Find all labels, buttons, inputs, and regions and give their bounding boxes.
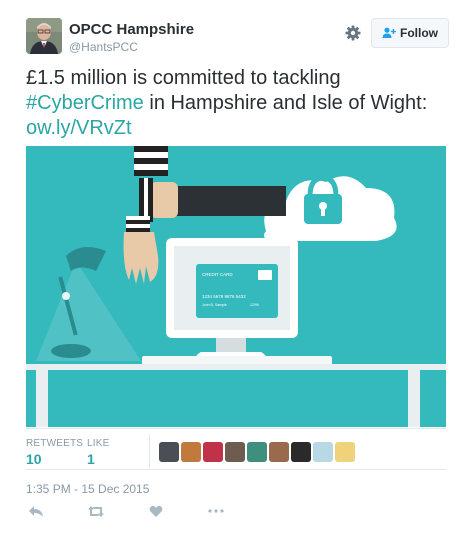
- card-title: CREDIT CARD: [202, 272, 233, 277]
- cybercrime-illustration: CREDIT CARD 1234 5678 9876 5432 John B. …: [26, 146, 446, 427]
- tweet-line-2: #CyberCrime in Hampshire and Isle of Wig…: [26, 91, 451, 116]
- follow-button-label: Follow: [400, 26, 438, 40]
- likes-count[interactable]: 1: [87, 451, 95, 467]
- profile-avatar[interactable]: [26, 18, 62, 54]
- reply-icon[interactable]: [26, 503, 46, 519]
- separator-bottom: [26, 469, 446, 470]
- tweet-media-image[interactable]: CREDIT CARD 1234 5678 9876 5432 John B. …: [26, 146, 446, 427]
- tweet-line-1: £1.5 million is committed to tackling: [26, 67, 341, 89]
- retweeter-avatar[interactable]: [159, 442, 179, 462]
- retweeter-avatar[interactable]: [203, 442, 223, 462]
- desk-leg-left: [36, 370, 48, 427]
- retweeter-avatar[interactable]: [335, 442, 355, 462]
- retweet-icon[interactable]: [86, 503, 106, 519]
- desk-leg-right: [408, 370, 420, 427]
- retweeter-avatar[interactable]: [313, 442, 333, 462]
- tweet-actions: [26, 503, 246, 521]
- card-holder: John B. Sample: [202, 303, 227, 307]
- retweeter-avatar[interactable]: [247, 442, 267, 462]
- stats-divider: [149, 434, 150, 468]
- follow-person-icon: [382, 27, 396, 39]
- account-name[interactable]: OPCC Hampshire: [69, 21, 194, 38]
- hashtag-link[interactable]: #CyberCrime: [26, 92, 144, 114]
- retweeter-avatar[interactable]: [181, 442, 201, 462]
- like-icon[interactable]: [146, 503, 166, 519]
- retweeter-avatar[interactable]: [269, 442, 289, 462]
- retweeter-avatar[interactable]: [291, 442, 311, 462]
- likes-label[interactable]: LIKE: [87, 438, 109, 449]
- retweets-label[interactable]: RETWEETS: [26, 438, 83, 449]
- tweet-header: OPCC Hampshire @HantsPCC Follow: [26, 18, 449, 58]
- credit-card: CREDIT CARD 1234 5678 9876 5432 John B. …: [196, 264, 278, 318]
- tweet-line-3: ow.ly/VRvZt: [26, 116, 451, 141]
- tweet-stats: RETWEETS 10 LIKE 1: [26, 434, 446, 468]
- card-expiry: 12/99: [250, 303, 259, 307]
- gear-icon[interactable]: [344, 24, 362, 42]
- desk-edge: [26, 364, 446, 370]
- more-icon[interactable]: [206, 503, 226, 519]
- tweet-timestamp[interactable]: 1:35 PM - 15 Dec 2015: [26, 482, 149, 496]
- tweet-text: £1.5 million is committed to tackling #C…: [26, 66, 451, 141]
- follow-button[interactable]: Follow: [371, 18, 449, 48]
- retweets-count[interactable]: 10: [26, 451, 42, 467]
- tweet-line-2-text: in Hampshire and Isle of Wight:: [143, 92, 428, 114]
- retweeter-avatar[interactable]: [225, 442, 245, 462]
- short-link[interactable]: ow.ly/VRvZt: [26, 117, 132, 139]
- separator-top: [26, 428, 446, 429]
- retweeter-avatars: [159, 442, 355, 462]
- striped-sleeve-top: [134, 146, 168, 176]
- account-handle[interactable]: @HantsPCC: [69, 40, 138, 54]
- card-number: 1234 5678 9876 5432: [202, 294, 246, 299]
